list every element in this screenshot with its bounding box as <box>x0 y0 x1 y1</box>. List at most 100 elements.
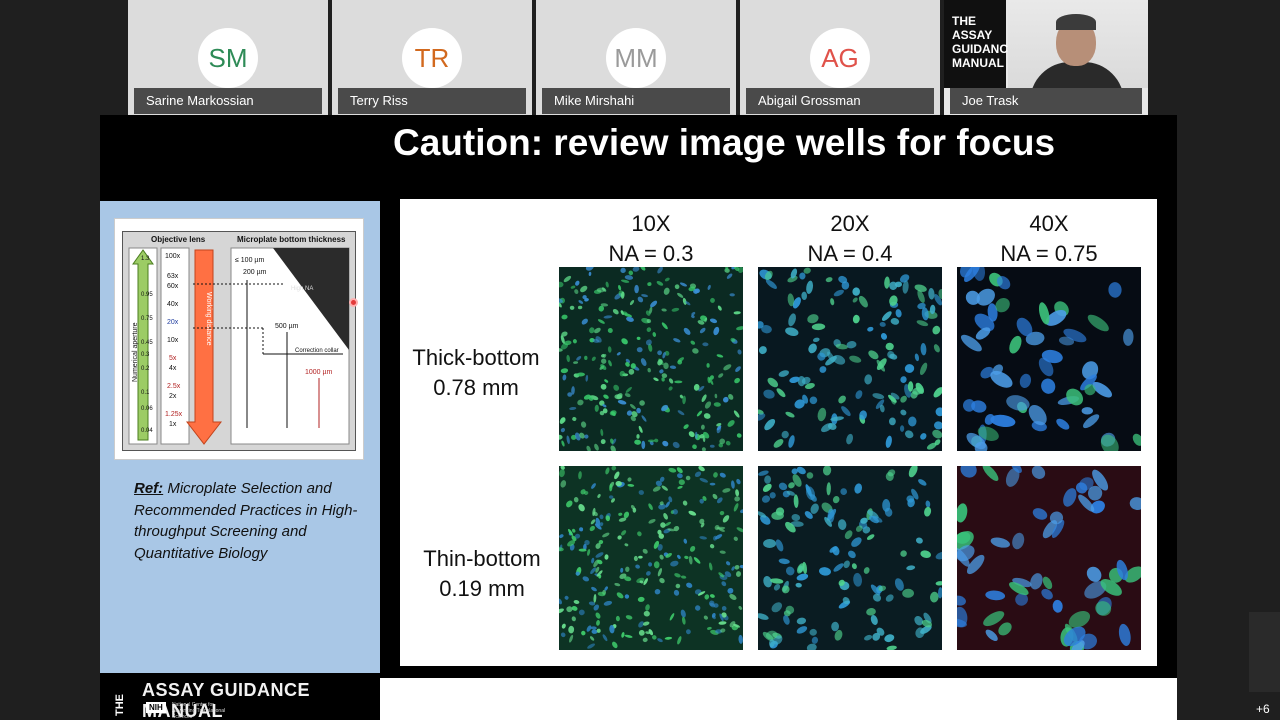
na-axis-label: Numerical aperture <box>132 322 139 382</box>
magnification-label: 10X <box>631 211 671 236</box>
logo-line: ASSAY <box>952 28 993 42</box>
laser-pointer <box>349 298 358 307</box>
diagram-figure: Objective lens Microplate bottom thickne… <box>122 231 356 451</box>
row-label-thin-bottom: Thin-bottom 0.19 mm <box>406 544 558 604</box>
svg-text:≤ 100 µm: ≤ 100 µm <box>235 257 264 264</box>
na-label: NA = 0.3 <box>608 241 694 266</box>
participant-name: Sarine Markossian <box>134 88 322 114</box>
well-image-thin-40x[interactable] <box>957 466 1141 650</box>
well-image-thin-10x[interactable] <box>559 466 743 650</box>
svg-text:10x: 10x <box>167 337 179 344</box>
svg-text:1.25x: 1.25x <box>165 411 183 418</box>
column-header-20x: 20X NA = 0.4 <box>758 209 942 269</box>
collar-label: Correction collar <box>295 348 339 354</box>
svg-text:1000 µm: 1000 µm <box>305 369 333 376</box>
participant-tile[interactable]: TR Terry Riss <box>332 0 532 115</box>
svg-text:1x: 1x <box>169 421 177 428</box>
well-image-thick-20x[interactable] <box>758 267 942 451</box>
more-participants-count[interactable]: +6 <box>1256 702 1270 716</box>
svg-text:0.2: 0.2 <box>141 366 150 372</box>
magnification-label: 40X <box>1029 211 1069 236</box>
svg-text:20x: 20x <box>167 319 179 326</box>
well-image-thick-40x[interactable] <box>957 267 1141 451</box>
lens-diagram-svg: Objective lens Microplate bottom thickne… <box>128 235 350 445</box>
presenter-video <box>1008 0 1148 88</box>
svg-text:200 µm: 200 µm <box>243 269 267 276</box>
nih-subtitle: National Center for Advancing Translatio… <box>172 702 226 720</box>
participant-name: Mike Mirshahi <box>542 88 730 114</box>
microscopy-comparison-panel: 10X NA = 0.3 20X NA = 0.4 40X NA = 0.75 … <box>400 199 1157 666</box>
magnification-label: 20X <box>830 211 870 236</box>
cell-mark <box>641 440 646 450</box>
participant-name: Abigail Grossman <box>746 88 934 114</box>
na-label: NA = 0.4 <box>807 241 893 266</box>
svg-text:0.04: 0.04 <box>141 428 153 434</box>
objective-header: Objective lens <box>151 235 206 244</box>
footer-the: THE <box>114 694 126 716</box>
participant-name: Joe Trask <box>950 88 1142 114</box>
participant-tile[interactable]: AG Abigail Grossman <box>740 0 940 115</box>
svg-text:0.3: 0.3 <box>141 352 150 358</box>
slide-title: Caution: review image wells for focus <box>393 122 1056 163</box>
participant-tile[interactable]: MM Mike Mirshahi <box>536 0 736 115</box>
presenter-video-tile[interactable]: THE ASSAY GUIDANCE MANUAL Joe Trask <box>944 0 1148 115</box>
svg-text:2.5x: 2.5x <box>167 383 181 390</box>
svg-text:0.75: 0.75 <box>141 316 153 322</box>
svg-text:60x: 60x <box>167 283 179 290</box>
svg-text:40x: 40x <box>167 301 179 308</box>
plate-type: Thin-bottom <box>423 546 541 571</box>
participant-name: Terry Riss <box>338 88 526 114</box>
cell-mark <box>634 284 639 294</box>
shared-slide: Caution: review image wells for focus Ob… <box>100 115 1177 720</box>
well-image-thick-10x[interactable] <box>559 267 743 451</box>
cell-mark <box>647 439 655 443</box>
ref-title: Microplate Selection and Recommended Pra… <box>134 480 358 562</box>
well-image-thin-20x[interactable] <box>758 466 942 650</box>
svg-text:500 µm: 500 µm <box>275 323 299 330</box>
svg-text:0.1: 0.1 <box>141 390 150 396</box>
svg-text:0.06: 0.06 <box>141 406 153 412</box>
svg-text:63x: 63x <box>167 273 179 280</box>
nih-badge: NIH <box>146 702 166 713</box>
working-distance-arrow <box>185 249 223 445</box>
cell-mark <box>900 425 905 432</box>
cell-mark <box>630 363 636 369</box>
avatar: AG <box>810 28 870 88</box>
logo-line: MANUAL <box>952 56 1004 70</box>
svg-text:2x: 2x <box>169 393 177 400</box>
plate-thickness: 0.19 mm <box>439 576 525 601</box>
svg-text:1.3: 1.3 <box>141 256 150 262</box>
ref-label: Ref: <box>134 480 164 497</box>
person-hair <box>1056 14 1096 30</box>
footer-logo: THE ASSAY GUIDANCE MANUAL NIH National C… <box>100 678 380 720</box>
na-label: NA = 0.75 <box>1000 241 1098 266</box>
cell-mark <box>763 539 777 548</box>
avatar: TR <box>402 28 462 88</box>
plate-type: Thick-bottom <box>412 345 540 370</box>
logo-line: GUIDANCE <box>952 42 1017 56</box>
reference-panel: Objective lens Microplate bottom thickne… <box>100 201 380 673</box>
avatar: SM <box>198 28 258 88</box>
participant-tile[interactable]: SM Sarine Markossian <box>128 0 328 115</box>
svg-text:5x: 5x <box>169 355 177 362</box>
column-header-10x: 10X NA = 0.3 <box>559 209 743 269</box>
wd-axis-label: Working distance <box>205 292 212 346</box>
row-label-thick-bottom: Thick-bottom 0.78 mm <box>400 343 552 403</box>
gallery-scroll-handle[interactable] <box>1249 612 1280 692</box>
high-na-label: High NA <box>291 286 313 292</box>
column-header-40x: 40X NA = 0.75 <box>957 209 1141 269</box>
logo-line: THE <box>952 14 976 28</box>
meeting-window: SM Sarine Markossian TR Terry Riss MM Mi… <box>0 0 1280 720</box>
reference-citation: Ref: Microplate Selection and Recommende… <box>134 478 364 564</box>
participant-strip: SM Sarine Markossian TR Terry Riss MM Mi… <box>128 0 1148 115</box>
plate-thickness: 0.78 mm <box>433 375 519 400</box>
avatar: MM <box>606 28 666 88</box>
cell-mark <box>674 380 683 384</box>
plate-header: Microplate bottom thickness <box>237 235 346 244</box>
svg-text:4x: 4x <box>169 365 177 372</box>
svg-text:0.45: 0.45 <box>141 340 153 346</box>
svg-text:100x: 100x <box>165 253 181 260</box>
svg-text:0.95: 0.95 <box>141 292 153 298</box>
objective-lens-diagram: Objective lens Microplate bottom thickne… <box>114 218 364 460</box>
assay-guidance-logo: THE ASSAY GUIDANCE MANUAL <box>944 0 1017 88</box>
